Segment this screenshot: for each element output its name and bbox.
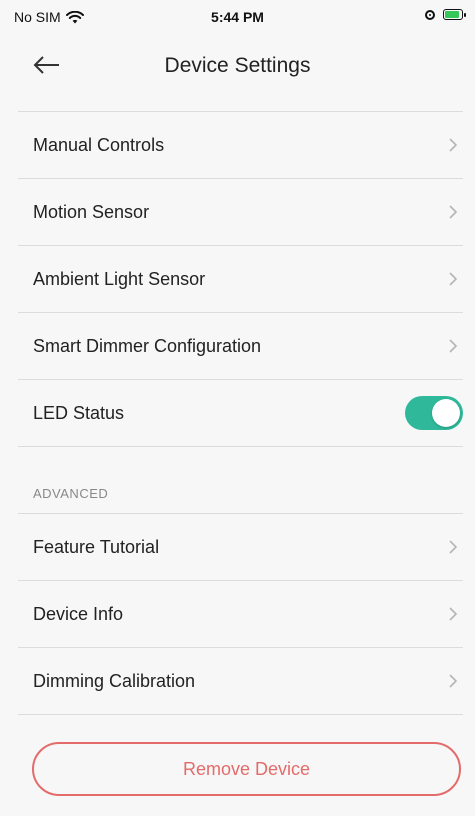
row-label: Smart Dimmer Configuration — [33, 335, 262, 356]
row-label: Dimming Calibration — [33, 670, 196, 691]
row-label: Motion Sensor — [33, 201, 150, 222]
dimming-calibration-row[interactable]: Dimming Calibration — [18, 648, 463, 714]
device-info-row[interactable]: Device Info — [18, 581, 463, 647]
row-label: Device Info — [33, 603, 124, 624]
feature-tutorial-row[interactable]: Feature Tutorial — [18, 514, 463, 580]
status-right — [425, 9, 466, 20]
motion-sensor-row[interactable]: Motion Sensor — [18, 179, 463, 245]
row-label: Ambient Light Sensor — [33, 268, 206, 289]
row-label: Feature Tutorial — [33, 536, 160, 557]
ambient-light-sensor-row[interactable]: Ambient Light Sensor — [18, 246, 463, 312]
chevron-right-icon — [449, 540, 458, 554]
row-label: Manual Controls — [33, 134, 165, 155]
nav-bar: Device Settings — [0, 34, 475, 98]
smart-dimmer-configuration-row[interactable]: Smart Dimmer Configuration — [18, 313, 463, 379]
chevron-right-icon — [449, 138, 458, 152]
led-status-row: LED Status — [18, 380, 463, 446]
divider — [18, 714, 463, 715]
toggle-knob — [432, 399, 460, 427]
status-bar: No SIM 5:44 PM — [0, 0, 475, 34]
settings-list: Manual Controls Motion Sensor Ambient Li… — [18, 111, 463, 715]
battery-charging-icon — [443, 9, 466, 20]
section-header-advanced: ADVANCED — [33, 486, 109, 501]
orientation-lock-icon — [425, 9, 435, 20]
row-label: LED Status — [33, 402, 125, 423]
remove-device-button[interactable]: Remove Device — [32, 742, 461, 796]
led-status-toggle[interactable] — [405, 396, 463, 430]
manual-controls-row[interactable]: Manual Controls — [18, 112, 463, 178]
chevron-right-icon — [449, 205, 458, 219]
status-time: 5:44 PM — [211, 9, 264, 25]
chevron-right-icon — [449, 272, 458, 286]
page-title: Device Settings — [164, 54, 311, 77]
chevron-right-icon — [449, 339, 458, 353]
chevron-right-icon — [449, 607, 458, 621]
chevron-right-icon — [449, 674, 458, 688]
